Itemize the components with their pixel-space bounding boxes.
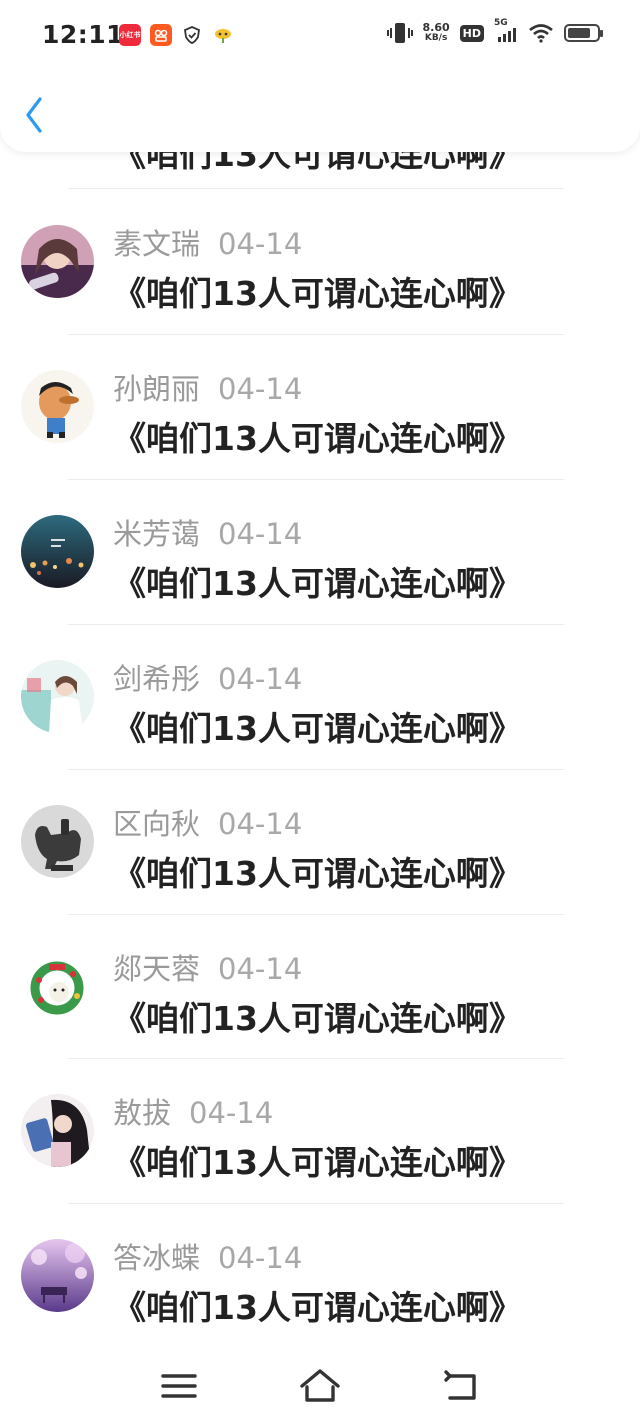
- xiaohongshu-icon: 小红书: [119, 24, 141, 46]
- user-name: 郯天蓉: [113, 952, 201, 986]
- item-date: 04-14: [218, 662, 303, 696]
- taobao-icon: [150, 24, 172, 46]
- item-date: 04-14: [218, 952, 303, 986]
- item-title: 《咱们13人可谓心连心啊》: [113, 274, 522, 313]
- return-icon: [444, 1370, 476, 1400]
- net-speed: 8.60 KB/s: [422, 21, 450, 43]
- menu-button[interactable]: [159, 1366, 199, 1406]
- cellular-signal-icon: 5G: [494, 18, 518, 42]
- menu-icon: [161, 1374, 197, 1398]
- item-title: 《咱们13人可谓心连心啊》: [113, 854, 522, 893]
- list-item[interactable]: 敖拔 04-14 《咱们13人可谓心连心啊》: [0, 1058, 640, 1203]
- wifi-icon: [529, 24, 553, 43]
- avatar: [21, 805, 94, 878]
- home-icon: [300, 1369, 340, 1402]
- status-time: 12:11: [42, 20, 125, 49]
- system-status: 8.60 KB/s HD 5G: [386, 18, 603, 44]
- item-title: 《咱们13人可谓心连心啊》: [113, 1288, 522, 1327]
- avatar: [21, 515, 94, 588]
- user-name: 敖拔: [113, 1096, 172, 1130]
- avatar: [21, 660, 94, 733]
- hd-badge: HD: [459, 24, 484, 42]
- list-item[interactable]: 孙朗丽 04-14 《咱们13人可谓心连心啊》: [0, 334, 640, 479]
- system-nav-bar: [0, 1348, 640, 1423]
- item-title: 《咱们13人可谓心连心啊》: [113, 419, 522, 458]
- user-name: 区向秋: [113, 807, 201, 841]
- user-name: 素文瑞: [113, 227, 201, 261]
- chevron-left-icon: [26, 97, 42, 133]
- notification-icons: 小红书: [119, 24, 234, 46]
- user-name: 剑希彤: [113, 662, 201, 696]
- header-card: 12:11 小红书 8.60 KB/s HD 5G: [0, 0, 640, 152]
- list-item[interactable]: 郯天蓉 04-14 《咱们13人可谓心连心啊》: [0, 914, 640, 1059]
- list-item[interactable]: 答冰蝶 04-14 《咱们13人可谓心连心啊》: [0, 1203, 640, 1348]
- home-button[interactable]: [299, 1366, 340, 1406]
- item-title: 《咱们13人可谓心连心啊》: [113, 709, 522, 748]
- status-bar: 12:11 小红书 8.60 KB/s HD 5G: [0, 0, 640, 70]
- avatar: [21, 1094, 94, 1167]
- item-date: 04-14: [218, 517, 303, 551]
- item-date: 04-14: [189, 1096, 274, 1130]
- item-date: 04-14: [218, 807, 303, 841]
- vibrate-icon: [386, 23, 413, 43]
- user-name: 孙朗丽: [113, 372, 201, 406]
- return-button[interactable]: [442, 1366, 482, 1406]
- shield-icon: [181, 24, 203, 46]
- user-name: 答冰蝶: [113, 1241, 201, 1275]
- list-item[interactable]: 素文瑞 04-14 《咱们13人可谓心连心啊》: [0, 189, 640, 334]
- emoji-icon: [212, 24, 234, 46]
- item-date: 04-14: [218, 1241, 303, 1275]
- battery-icon: [564, 24, 603, 42]
- list-item[interactable]: 剑希彤 04-14 《咱们13人可谓心连心啊》: [0, 624, 640, 769]
- back-button[interactable]: [18, 93, 54, 137]
- list-item[interactable]: 区向秋 04-14 《咱们13人可谓心连心啊》: [0, 769, 640, 914]
- avatar: [21, 370, 94, 443]
- item-date: 04-14: [218, 227, 303, 261]
- avatar: [21, 950, 94, 1023]
- item-date: 04-14: [218, 372, 303, 406]
- user-name: 米芳蔼: [113, 517, 201, 551]
- item-title: 《咱们13人可谓心连心啊》: [113, 564, 522, 603]
- list-item[interactable]: 米芳蔼 04-14 《咱们13人可谓心连心啊》: [0, 479, 640, 624]
- avatar: [21, 1239, 94, 1312]
- item-title: 《咱们13人可谓心连心啊》: [113, 1143, 522, 1182]
- avatar: [21, 225, 94, 298]
- item-title: 《咱们13人可谓心连心啊》: [113, 999, 522, 1038]
